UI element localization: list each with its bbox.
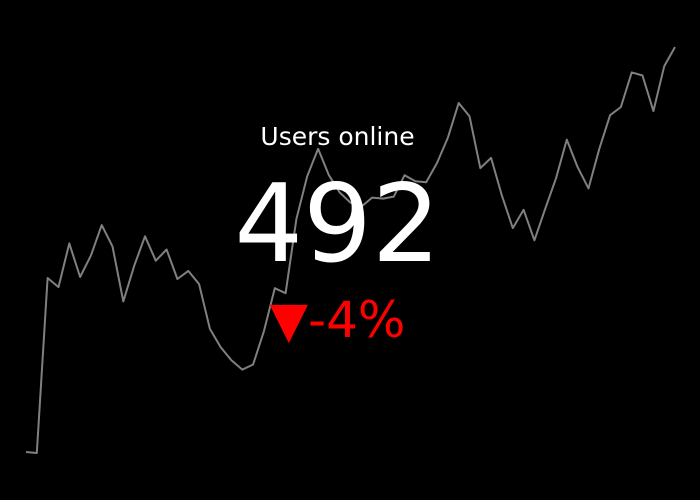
delta-down-triangle-icon: ▼ — [269, 291, 309, 349]
indicator-delta: ▼-4% — [0, 288, 675, 352]
indicator-value: 492 — [234, 162, 441, 287]
indicator-title: Users online — [260, 122, 415, 151]
delta-value: -4% — [308, 291, 406, 349]
